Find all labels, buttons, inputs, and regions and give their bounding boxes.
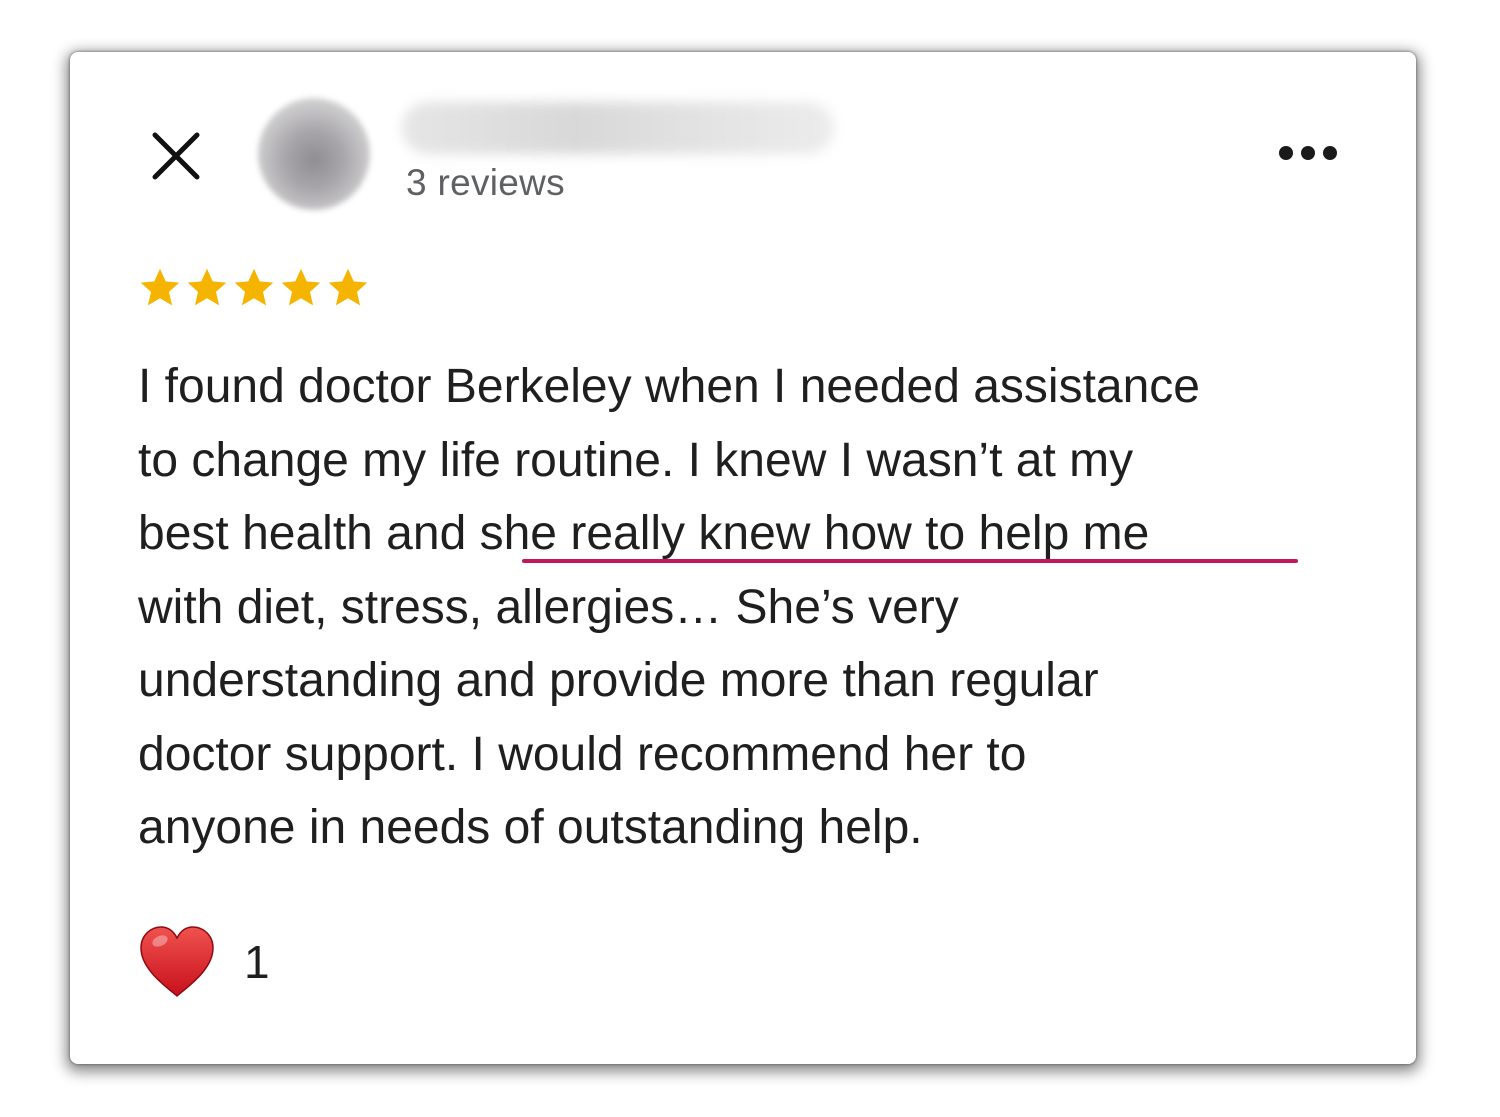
- more-horizontal-icon: [1279, 146, 1337, 160]
- reaction-count: 1: [244, 936, 270, 988]
- review-line: anyone in needs of outstanding help.: [138, 801, 923, 854]
- star-icon: [279, 266, 323, 316]
- reviewer-avatar[interactable]: [258, 98, 370, 210]
- close-button[interactable]: [150, 130, 202, 182]
- star-icon: [232, 266, 276, 316]
- reviewer-name-redacted: [402, 102, 834, 154]
- review-card: 3 reviews I found doctor Berkeley when I…: [70, 52, 1416, 1064]
- review-line: to change my life routine. I knew I wasn…: [138, 433, 1134, 487]
- review-line: with diet, stress, allergies… She’s very: [138, 580, 959, 634]
- heart-icon: [138, 924, 216, 1000]
- star-icon: [185, 266, 229, 316]
- review-line: I found doctor Berkeley when I needed as…: [138, 360, 1200, 413]
- highlighted-phrase: she really knew how to help me: [479, 507, 1150, 560]
- star-icon: [326, 266, 370, 316]
- review-text: I found doctor Berkeley when I needed as…: [138, 350, 1368, 865]
- review-line-segment: best health and: [138, 507, 480, 560]
- heart-reaction-button[interactable]: 1: [138, 924, 270, 1000]
- reviewer-review-count[interactable]: 3 reviews: [406, 162, 565, 204]
- review-line: understanding and provide more than regu…: [138, 654, 1099, 707]
- more-options-button[interactable]: [1278, 138, 1338, 168]
- review-line: doctor support. I would recommend her to: [138, 727, 1027, 781]
- highlight-underline: [522, 559, 1298, 563]
- star-rating: [138, 266, 370, 316]
- close-icon: [152, 132, 200, 180]
- star-icon: [138, 266, 182, 316]
